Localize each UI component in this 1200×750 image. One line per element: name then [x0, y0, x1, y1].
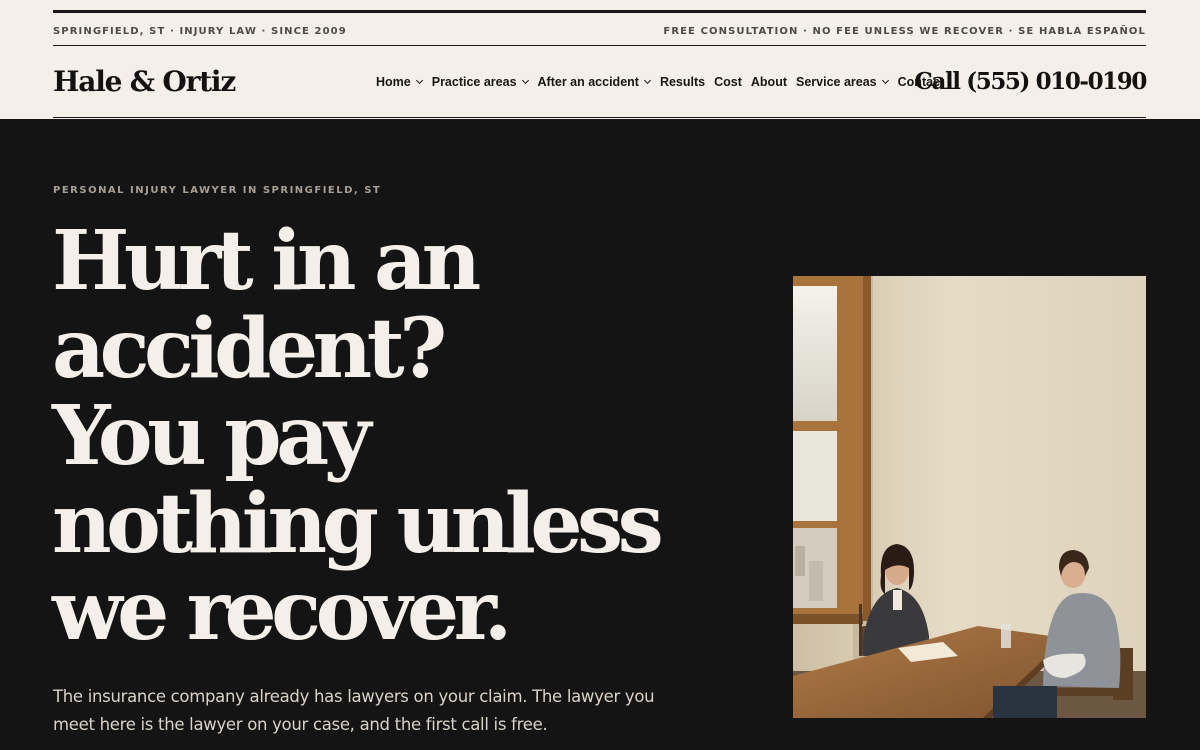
chevron-down-icon — [881, 76, 889, 84]
nav-item-about[interactable]: About — [751, 75, 787, 89]
consultation-illustration — [793, 276, 1146, 718]
call-phone-link[interactable]: Call (555) 010-0190 — [915, 65, 1148, 99]
hero-lede: The insurance company already has lawyer… — [53, 687, 655, 734]
site-header: SPRINGFIELD, ST · INJURY LAW · SINCE 200… — [0, 0, 1200, 119]
utility-bar-offers: FREE CONSULTATION · NO FEE UNLESS WE REC… — [663, 25, 1146, 37]
nav-item-practice-areas[interactable]: Practice areas — [432, 75, 529, 89]
header-top-rule — [53, 10, 1146, 13]
nav-item-label: After an accident — [537, 75, 639, 89]
nav-item-label: Practice areas — [431, 75, 517, 89]
nav-item-label: Service areas — [796, 75, 877, 89]
hero-eyebrow: PERSONAL INJURY LAWYER IN SPRINGFIELD, S… — [53, 185, 382, 196]
nav-item-label: About — [750, 75, 787, 89]
utility-bar-location: SPRINGFIELD, ST · INJURY LAW · SINCE 200… — [53, 25, 347, 37]
nav-item-label: Results — [659, 75, 706, 89]
nav-item-results[interactable]: Results — [660, 75, 705, 89]
hero-photo-consultation — [793, 276, 1146, 718]
nav-item-home[interactable]: Home — [376, 75, 423, 89]
nav-item-cost[interactable]: Cost — [714, 75, 742, 89]
headline-line: nothing unless — [52, 475, 664, 572]
hero-headline: Hurt in an accident? You pay nothing unl… — [52, 213, 692, 659]
main-nav: Home Practice areas After an accident Re… — [376, 72, 944, 92]
nav-item-after-an-accident[interactable]: After an accident — [538, 75, 651, 89]
headline-line: Hurt in an — [52, 213, 481, 309]
nav-item-service-areas[interactable]: Service areas — [796, 75, 889, 89]
header-bottom-rule — [53, 117, 1146, 118]
headline-line: accident? — [52, 300, 447, 397]
chevron-down-icon — [521, 76, 529, 84]
utility-bar: SPRINGFIELD, ST · INJURY LAW · SINCE 200… — [53, 24, 1146, 38]
utility-bar-divider — [53, 45, 1146, 46]
headline-line: we recover. — [52, 563, 512, 659]
nav-item-label: Cost — [714, 75, 742, 89]
chevron-down-icon — [643, 76, 651, 84]
nav-item-label: Home — [376, 75, 411, 89]
site-logo[interactable]: Hale & Ortiz — [53, 62, 236, 102]
chevron-down-icon — [415, 76, 423, 84]
headline-line: You pay — [52, 388, 371, 484]
